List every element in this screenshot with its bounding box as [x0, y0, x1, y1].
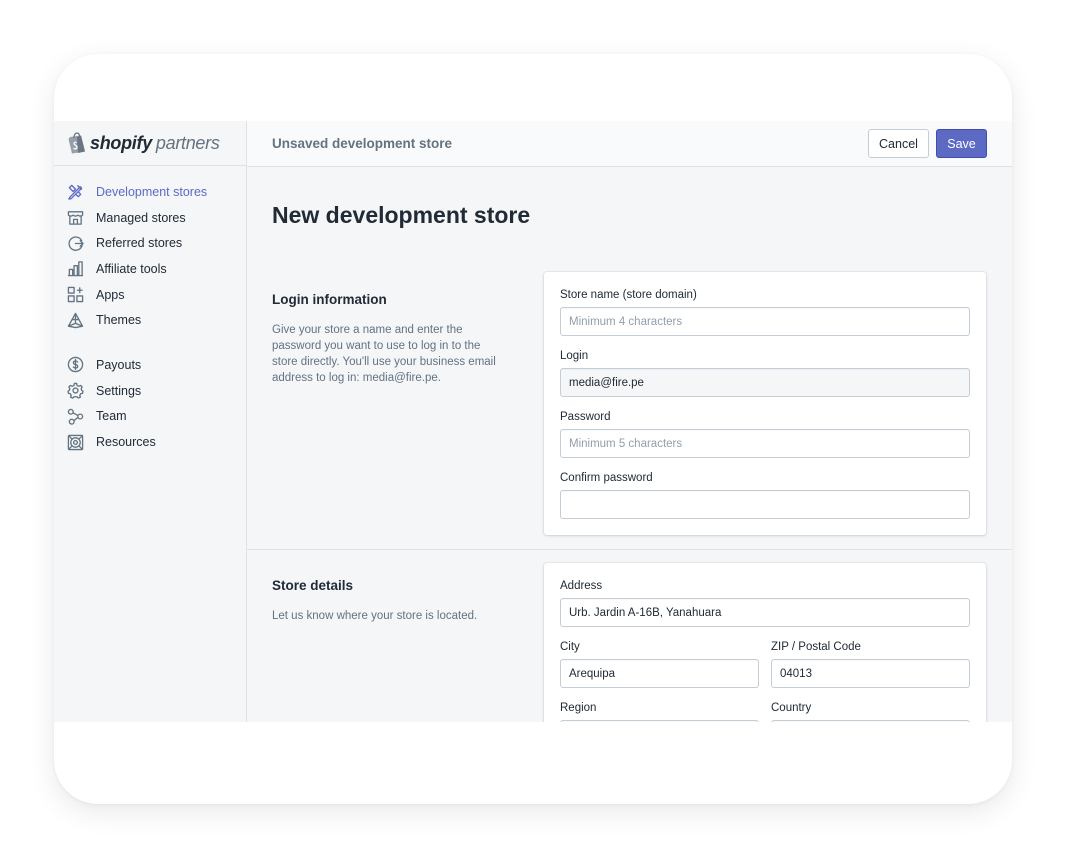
sidebar-item-label: Affiliate tools [96, 261, 167, 276]
app-window: shopify partners Development stores Mana… [54, 121, 1012, 722]
sidebar-item-label: Apps [96, 287, 125, 302]
sidebar-nav: Development stores Managed stores Referr… [54, 179, 246, 455]
gear-icon [67, 382, 84, 399]
save-button[interactable]: Save [936, 129, 987, 158]
password-label: Password [560, 411, 611, 423]
country-label: Country [771, 702, 812, 714]
logo-text-shopify: shopify [90, 132, 152, 153]
dollar-circle-icon [67, 356, 84, 373]
login-input[interactable] [560, 368, 970, 397]
store-name-label: Store name (store domain) [560, 289, 697, 301]
sidebar-item-team[interactable]: Team [54, 404, 246, 430]
top-bar: Unsaved development store Cancel Save [247, 121, 1012, 167]
section-title: Store details [272, 578, 354, 593]
section-description: Give your store a name and enter the pas… [272, 324, 496, 384]
shopping-bag-icon [68, 132, 85, 154]
zip-label: ZIP / Postal Code [771, 641, 861, 653]
sidebar-item-affiliate-tools[interactable]: Affiliate tools [54, 256, 246, 282]
sidebar-item-resources[interactable]: Resources [54, 429, 246, 455]
topbar-title: Unsaved development store [272, 136, 453, 151]
region-select[interactable] [560, 720, 759, 722]
country-select[interactable] [771, 720, 970, 722]
logo[interactable]: shopify partners [54, 121, 246, 166]
wrench-pencil-icon [67, 183, 84, 201]
sidebar-item-referred-stores[interactable]: Referred stores [54, 230, 246, 256]
cancel-button[interactable]: Cancel [868, 129, 929, 158]
sidebar-item-label: Resources [96, 435, 156, 450]
password-input[interactable] [560, 429, 970, 458]
main-content: Unsaved development store Cancel Save Ne… [247, 121, 1012, 722]
login-label: Login [560, 350, 589, 362]
login-card: Store name (store domain) Login Password… [544, 272, 986, 535]
store-details-card: Address City ZIP / Postal Code Region Co… [544, 563, 986, 722]
sidebar-item-label: Development stores [96, 184, 208, 199]
logo-text-partners: partners [155, 132, 220, 153]
storefront-icon [67, 209, 84, 226]
section-description: Let us know where your store is located. [272, 610, 478, 622]
apps-grid-icon [67, 286, 84, 303]
sidebar-item-managed-stores[interactable]: Managed stores [54, 205, 246, 231]
region-label: Region [560, 702, 597, 714]
store-details-section: Store details Let us know where your sto… [247, 549, 1012, 722]
confirm-password-input[interactable] [560, 490, 970, 519]
device-frame: shopify partners Development stores Mana… [54, 54, 1012, 804]
sidebar-item-apps[interactable]: Apps [54, 282, 246, 308]
nav-group-separator [54, 333, 246, 352]
address-label: Address [560, 580, 603, 592]
sidebar-item-label: Managed stores [96, 210, 186, 225]
zip-input[interactable] [771, 659, 970, 688]
bar-chart-icon [67, 260, 84, 277]
sidebar-item-label: Settings [96, 383, 142, 398]
section-title: Login information [272, 292, 387, 307]
theme-icon [67, 312, 84, 329]
sidebar-item-label: Themes [96, 313, 142, 328]
login-information-section: Login information Give your store a name… [247, 271, 1012, 549]
city-label: City [560, 641, 580, 653]
sidebar-item-themes[interactable]: Themes [54, 307, 246, 333]
sidebar-item-development-stores[interactable]: Development stores [54, 179, 246, 205]
confirm-password-label: Confirm password [560, 472, 653, 484]
sidebar-item-label: Referred stores [96, 236, 183, 251]
city-input[interactable] [560, 659, 759, 688]
sidebar-item-payouts[interactable]: Payouts [54, 352, 246, 378]
sidebar-item-settings[interactable]: Settings [54, 378, 246, 404]
address-input[interactable] [560, 598, 970, 627]
team-icon [67, 408, 84, 425]
sidebar-item-label: Team [96, 409, 127, 424]
redirect-circle-icon [67, 235, 84, 252]
store-name-input[interactable] [560, 307, 970, 336]
page-title: New development store [272, 202, 531, 228]
lifebuoy-icon [67, 434, 84, 451]
sidebar: shopify partners Development stores Mana… [54, 121, 247, 722]
sidebar-item-label: Payouts [96, 357, 142, 372]
